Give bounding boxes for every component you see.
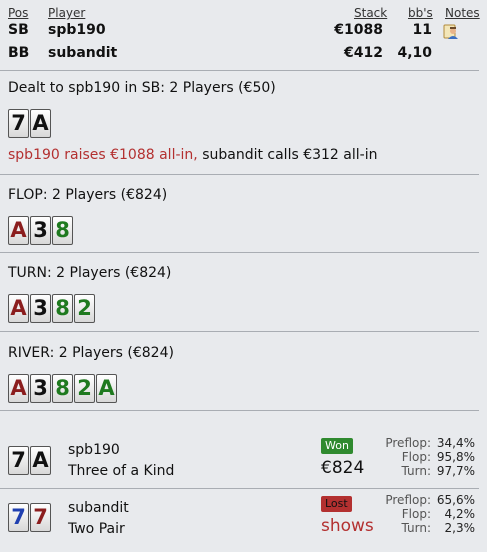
divider xyxy=(0,252,479,253)
player-name[interactable]: spb190 xyxy=(48,22,106,38)
playing-card: 7 xyxy=(8,446,29,475)
preflop-action: spb190 raises €1088 all-in, subandit cal… xyxy=(8,147,377,163)
playing-card: 8 xyxy=(52,216,73,245)
equity-value: 65,6% xyxy=(436,493,475,507)
won-badge: Won xyxy=(321,438,353,454)
river-cards: A382A xyxy=(8,374,117,403)
result-hole-cards: 7A xyxy=(8,446,51,475)
equity-value: 34,4% xyxy=(436,436,475,450)
equity-label: Turn: xyxy=(401,521,431,535)
result-hand-rank: Two Pair xyxy=(68,521,125,537)
equity-value: 2,3% xyxy=(444,521,476,535)
result-player-name[interactable]: spb190 xyxy=(68,442,120,458)
playing-card: A xyxy=(8,294,29,323)
playing-card: A xyxy=(30,109,51,138)
turn-title: TURN: 2 Players (€824) xyxy=(8,265,172,281)
equity-value: 97,7% xyxy=(436,464,475,478)
player-bb: 4,10 xyxy=(397,45,432,61)
divider xyxy=(0,488,479,489)
river-title: RIVER: 2 Players (€824) xyxy=(8,345,174,361)
divider xyxy=(0,174,479,175)
column-header-pos[interactable]: Pos xyxy=(8,6,28,20)
lost-badge: Lost xyxy=(321,496,352,512)
player-note-icon[interactable] xyxy=(443,24,459,40)
column-header-bb[interactable]: bb's xyxy=(408,6,433,20)
column-header-stack[interactable]: Stack xyxy=(354,6,387,20)
call-action-text: subandit calls €312 all-in xyxy=(202,147,378,163)
playing-card: A xyxy=(8,374,29,403)
playing-card: 3 xyxy=(30,374,51,403)
playing-card: 7 xyxy=(30,503,51,532)
playing-card: 7 xyxy=(8,503,29,532)
player-position: BB xyxy=(8,45,30,61)
column-header-player[interactable]: Player xyxy=(48,6,85,20)
shows-text: shows xyxy=(321,516,374,536)
player-stack: €1088 xyxy=(334,22,383,38)
player-bb: 11 xyxy=(412,22,432,38)
playing-card: A xyxy=(96,374,117,403)
column-header-notes[interactable]: Notes xyxy=(445,6,480,20)
equity-value: 95,8% xyxy=(436,450,475,464)
equity-label: Flop: xyxy=(401,450,431,464)
divider xyxy=(0,70,479,71)
player-position: SB xyxy=(8,22,29,38)
player-name[interactable]: subandit xyxy=(48,45,117,61)
equity-stats: Preflop: 65,6% Flop: 4,2% Turn: 2,3% xyxy=(385,493,475,535)
flop-title: FLOP: 2 Players (€824) xyxy=(8,187,168,203)
playing-card: 8 xyxy=(52,374,73,403)
equity-stats: Preflop: 34,4% Flop: 95,8% Turn: 97,7% xyxy=(385,436,475,478)
equity-label: Preflop: xyxy=(385,436,431,450)
equity-value: 4,2% xyxy=(444,507,476,521)
turn-cards: A382 xyxy=(8,294,95,323)
playing-card: 3 xyxy=(30,294,51,323)
flop-cards: A38 xyxy=(8,216,73,245)
playing-card: 2 xyxy=(74,374,95,403)
player-stack: €412 xyxy=(344,45,383,61)
divider xyxy=(0,331,479,332)
playing-card: A xyxy=(8,216,29,245)
result-hand-rank: Three of a Kind xyxy=(68,463,175,479)
playing-card: 2 xyxy=(74,294,95,323)
playing-card: 7 xyxy=(8,109,29,138)
equity-label: Preflop: xyxy=(385,493,431,507)
preflop-cards: 7A xyxy=(8,109,51,138)
playing-card: 8 xyxy=(52,294,73,323)
divider xyxy=(0,410,479,411)
raise-action-text: spb190 raises €1088 all-in, xyxy=(8,147,198,163)
result-player-name[interactable]: subandit xyxy=(68,500,129,516)
won-amount: €824 xyxy=(321,458,365,478)
playing-card: A xyxy=(30,446,51,475)
equity-label: Turn: xyxy=(401,464,431,478)
result-hole-cards: 77 xyxy=(8,503,51,532)
playing-card: 3 xyxy=(30,216,51,245)
equity-label: Flop: xyxy=(401,507,431,521)
preflop-title: Dealt to spb190 in SB: 2 Players (€50) xyxy=(8,80,276,96)
